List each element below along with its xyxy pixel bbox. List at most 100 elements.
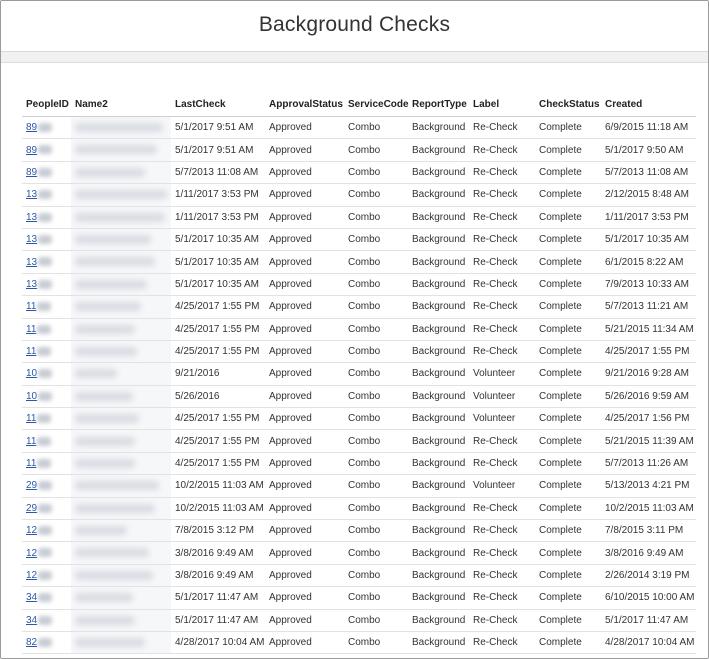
peopleid-link[interactable]: 12 — [26, 548, 37, 559]
redacted-id-blur — [38, 279, 53, 289]
redacted-id-blur — [37, 324, 52, 334]
label-cell: Re-Check — [469, 228, 535, 252]
column-header-label[interactable]: Label — [469, 92, 535, 117]
peopleid-link[interactable]: 89 — [26, 145, 37, 156]
peopleid-link[interactable]: 12 — [26, 570, 37, 581]
peopleid-link[interactable]: 11 — [26, 413, 36, 424]
report-type-cell: Background — [408, 250, 469, 274]
label-cell: Re-Check — [469, 586, 535, 610]
service-code-cell: Combo — [344, 609, 408, 632]
peopleid-link[interactable]: 11 — [26, 301, 36, 312]
name2-cell — [71, 206, 171, 229]
label-cell: Re-Check — [469, 631, 535, 655]
redacted-name-blur — [75, 414, 139, 424]
table-row: 89 5/1/2017 9:51 AM Approved Combo Backgroun… — [22, 138, 696, 162]
label-cell: Re-Check — [469, 497, 535, 521]
peopleid-link[interactable]: 13 — [26, 212, 37, 223]
service-code-cell: Combo — [344, 228, 408, 252]
peopleid-link[interactable]: 10 — [26, 391, 37, 402]
label-cell: Re-Check — [469, 541, 535, 565]
peopleid-link[interactable]: 13 — [26, 234, 37, 245]
report-type-cell: Background — [408, 474, 469, 498]
name2-cell — [71, 250, 171, 274]
peopleid-cell: 29 — [22, 497, 71, 521]
column-header-reporttype[interactable]: ReportType — [408, 92, 469, 117]
peopleid-link[interactable]: 12 — [26, 525, 37, 536]
table-row: 29 10/2/2015 11:03 AM Approved Combo Backgro… — [22, 474, 696, 498]
peopleid-link[interactable]: 89 — [26, 167, 37, 178]
peopleid-link[interactable]: 13 — [26, 257, 37, 268]
peopleid-link[interactable]: 29 — [26, 503, 37, 514]
column-header-checkstatus[interactable]: CheckStatus — [535, 92, 601, 117]
redacted-name-blur — [75, 526, 127, 536]
peopleid-link[interactable]: 10 — [26, 368, 37, 379]
table-row: 13 1/11/2017 3:53 PM Approved Combo Backgrou… — [22, 183, 696, 207]
service-code-cell: Combo — [344, 318, 408, 341]
column-header-peopleid[interactable]: PeopleID — [22, 92, 71, 117]
column-header-created[interactable]: Created — [601, 92, 696, 117]
lastcheck-cell: 4/28/2017 10:04 AM — [171, 631, 265, 655]
report-type-cell: Background — [408, 138, 469, 162]
check-status-cell: Complete — [535, 206, 601, 229]
peopleid-link[interactable]: 82 — [26, 637, 37, 648]
label-cell: Re-Check — [469, 273, 535, 297]
peopleid-link[interactable]: 13 — [26, 279, 37, 290]
peopleid-link[interactable]: 29 — [26, 480, 37, 491]
report-type-cell: Background — [408, 609, 469, 632]
label-cell: Re-Check — [469, 206, 535, 229]
name2-cell — [71, 340, 171, 364]
column-header-approvalstatus[interactable]: ApprovalStatus — [265, 92, 344, 117]
peopleid-link[interactable]: 11 — [26, 346, 36, 357]
column-header-servicecode[interactable]: ServiceCode — [344, 92, 409, 117]
label-cell: Re-Check — [469, 519, 535, 543]
created-cell: 1/11/2017 3:53 PM — [601, 206, 696, 229]
redacted-name-blur — [75, 638, 145, 648]
lastcheck-cell: 4/25/2017 1:55 PM — [171, 429, 265, 453]
column-header-lastcheck[interactable]: LastCheck — [171, 92, 265, 117]
label-cell: Re-Check — [469, 318, 535, 341]
created-cell: 10/2/2015 11:03 AM — [601, 497, 696, 521]
lastcheck-cell: 5/26/2016 — [171, 385, 265, 409]
service-code-cell: Combo — [344, 452, 408, 476]
table-row: 13 1/11/2017 3:53 PM Approved Combo Backgrou… — [22, 206, 696, 229]
table-row: 11 4/25/2017 1:55 PM Approved Combo Backgrou… — [22, 295, 696, 319]
column-header-name2[interactable]: Name2 — [71, 92, 171, 117]
approval-status-cell: Approved — [265, 429, 344, 453]
check-status-cell: Complete — [535, 295, 601, 319]
created-cell: 2/26/2014 3:19 PM — [601, 564, 696, 588]
table-row: 34 5/1/2017 11:47 AM Approved Combo Backgrou… — [22, 586, 696, 610]
approval-status-cell: Approved — [265, 631, 344, 655]
redacted-id-blur — [38, 257, 53, 267]
service-code-cell: Combo — [344, 362, 408, 386]
peopleid-cell: 34 — [22, 586, 71, 610]
created-cell: 3/8/2016 9:49 AM — [601, 541, 696, 565]
peopleid-cell: 10 — [22, 362, 71, 386]
peopleid-link[interactable]: 34 — [26, 615, 37, 626]
peopleid-cell: 89 — [22, 116, 71, 140]
report-type-cell: Background — [408, 519, 469, 543]
approval-status-cell: Approved — [265, 295, 344, 319]
table-row: 10 5/26/2016 Approved Combo Background Volunt… — [22, 385, 696, 409]
name2-cell — [71, 273, 171, 297]
peopleid-cell: 11 — [22, 407, 71, 431]
peopleid-link[interactable]: 11 — [26, 324, 36, 335]
toolbar-band — [1, 52, 708, 63]
table-row: 11 4/25/2017 1:55 PM Approved Combo Backgrou… — [22, 429, 696, 453]
peopleid-link[interactable]: 11 — [26, 436, 36, 447]
table-row: 13 5/1/2017 10:35 AM Approved Combo Backgrou… — [22, 273, 696, 297]
peopleid-link[interactable]: 89 — [26, 122, 37, 133]
redacted-id-blur — [38, 391, 53, 401]
report-type-cell: Background — [408, 385, 469, 409]
peopleid-link[interactable]: 11 — [26, 458, 36, 469]
redacted-id-blur — [38, 481, 53, 491]
service-code-cell: Combo — [344, 474, 408, 498]
lastcheck-cell: 9/21/2016 — [171, 362, 265, 386]
label-cell: Volunteer — [469, 385, 535, 409]
label-cell: Re-Check — [469, 609, 535, 632]
peopleid-link[interactable]: 34 — [26, 592, 37, 603]
name2-cell — [71, 519, 171, 543]
peopleid-link[interactable]: 13 — [26, 189, 37, 200]
page-title: Background Checks — [258, 13, 451, 36]
redacted-name-blur — [75, 391, 133, 401]
lastcheck-cell: 5/1/2017 11:47 AM — [171, 586, 265, 610]
